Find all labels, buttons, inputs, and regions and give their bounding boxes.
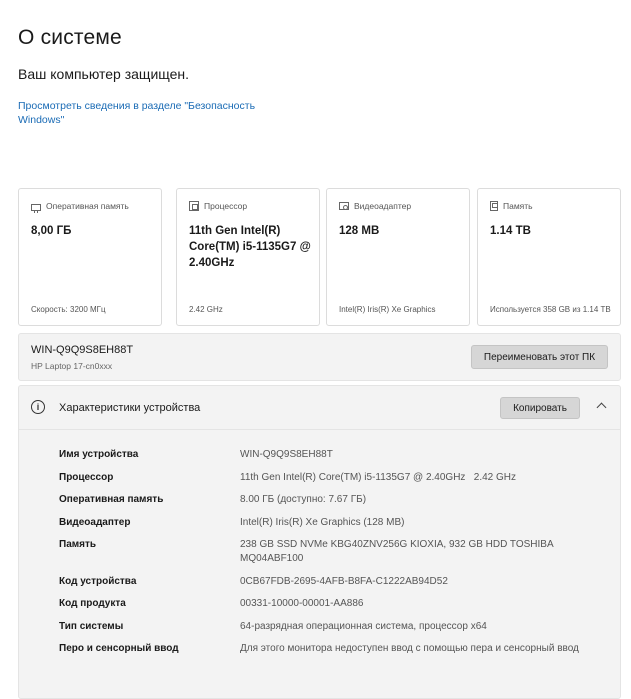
spec-row: Тип системы 64-разрядная операционная си… (59, 620, 599, 634)
spec-row: Код устройства 0CB67FDB-2695-4AFB-B8FA-C… (59, 575, 599, 589)
spec-row: Имя устройства WIN-Q9Q9S8EH88T (59, 448, 599, 462)
processor-icon (189, 201, 199, 211)
card-value: 8,00 ГБ (31, 225, 72, 237)
spec-value: 00331-10000-00001-AA886 (240, 598, 364, 609)
device-name: WIN-Q9Q9S8EH88T (31, 344, 134, 356)
card-header: Память (490, 201, 533, 211)
spec-value: 238 GB SSD NVMe KBG40ZNV256G KIOXIA, 932… (240, 539, 554, 564)
card-value: 1.14 TB (490, 225, 531, 237)
spec-value: 0CB67FDB-2695-4AFB-B8FA-C1222AB94D52 (240, 575, 448, 587)
spec-value: WIN-Q9Q9S8EH88T (240, 449, 333, 460)
card-processor: Процессор 11th Gen Intel(R) Core(TM) i5-… (176, 188, 320, 326)
card-footer: Используется 358 GB из 1.14 TB (490, 305, 611, 314)
spec-value: 64-разрядная операционная система, проце… (240, 620, 487, 632)
video-adapter-icon (339, 202, 349, 210)
card-header: Оперативная память (31, 201, 129, 213)
spec-row: Оперативная память 8.00 ГБ (доступно: 7.… (59, 493, 599, 507)
memory-icon (31, 203, 41, 213)
rename-pc-button[interactable]: Переименовать этот ПК (471, 345, 608, 369)
card-footer: 2.42 GHz (189, 305, 223, 314)
card-label: Оперативная память (46, 201, 129, 211)
spec-value: 11th Gen Intel(R) Core(TM) i5-1135G7 @ 2… (240, 471, 516, 483)
device-specifications-panel: i Характеристики устройства Копировать И… (18, 385, 621, 699)
card-video-adapter: Видеоадаптер 128 MB Intel(R) Iris(R) Xe … (326, 188, 470, 326)
page-title: О системе (18, 26, 122, 49)
spec-value: Intel(R) Iris(R) Xe Graphics (128 MB) (240, 516, 405, 528)
spec-row: Процессор 11th Gen Intel(R) Core(TM) i5-… (59, 471, 599, 485)
card-footer: Intel(R) Iris(R) Xe Graphics (339, 305, 436, 314)
copy-button[interactable]: Копировать (500, 397, 580, 419)
spec-row: Видеоадаптер Intel(R) Iris(R) Xe Graphic… (59, 516, 599, 530)
spec-row: Код продукта 00331-10000-00001-AA886 (59, 597, 599, 611)
spec-key: Процессор (59, 471, 114, 483)
device-model: HP Laptop 17-cn0xxx (31, 361, 113, 371)
spec-key: Код устройства (59, 575, 137, 587)
specifications-title: Характеристики устройства (59, 402, 201, 414)
info-icon: i (31, 400, 45, 414)
card-value: 128 MB (339, 225, 380, 237)
windows-security-link[interactable]: Просмотреть сведения в разделе "Безопасн… (18, 99, 288, 127)
spec-key: Перо и сенсорный ввод (59, 643, 179, 654)
card-label: Память (503, 201, 533, 211)
spec-value: 8.00 ГБ (доступно: 7.67 ГБ) (240, 494, 367, 505)
specifications-list: Имя устройства WIN-Q9Q9S8EH88T Процессор… (59, 448, 599, 665)
spec-key: Имя устройства (59, 449, 139, 460)
spec-value: Для этого монитора недоступен ввод с пом… (240, 643, 579, 654)
chevron-up-icon[interactable] (596, 400, 606, 410)
spec-key: Код продукта (59, 598, 126, 609)
security-status: Ваш компьютер защищен. (18, 66, 190, 82)
specifications-header[interactable]: i Характеристики устройства Копировать (19, 386, 620, 430)
summary-cards: Оперативная память 8,00 ГБ Скорость: 320… (18, 188, 621, 326)
spec-key: Тип системы (59, 620, 124, 632)
card-label: Видеоадаптер (354, 201, 412, 211)
card-label: Процессор (204, 201, 248, 211)
device-name-row: WIN-Q9Q9S8EH88T HP Laptop 17-cn0xxx Пере… (18, 333, 621, 381)
card-footer: Скорость: 3200 МГц (31, 305, 106, 314)
card-storage: Память 1.14 TB Используется 358 GB из 1.… (477, 188, 621, 326)
spec-row: Память 238 GB SSD NVMe KBG40ZNV256G KIOX… (59, 538, 599, 566)
card-header: Процессор (189, 201, 247, 211)
card-value: 11th Gen Intel(R) Core(TM) i5-1135G7 @ 2… (189, 225, 311, 269)
storage-icon (490, 201, 498, 211)
spec-key: Память (59, 539, 97, 550)
spec-key: Видеоадаптер (59, 516, 131, 528)
card-memory: Оперативная память 8,00 ГБ Скорость: 320… (18, 188, 162, 326)
spec-key: Оперативная память (59, 494, 164, 505)
card-header: Видеоадаптер (339, 201, 411, 211)
spec-row: Перо и сенсорный ввод Для этого монитора… (59, 642, 599, 656)
